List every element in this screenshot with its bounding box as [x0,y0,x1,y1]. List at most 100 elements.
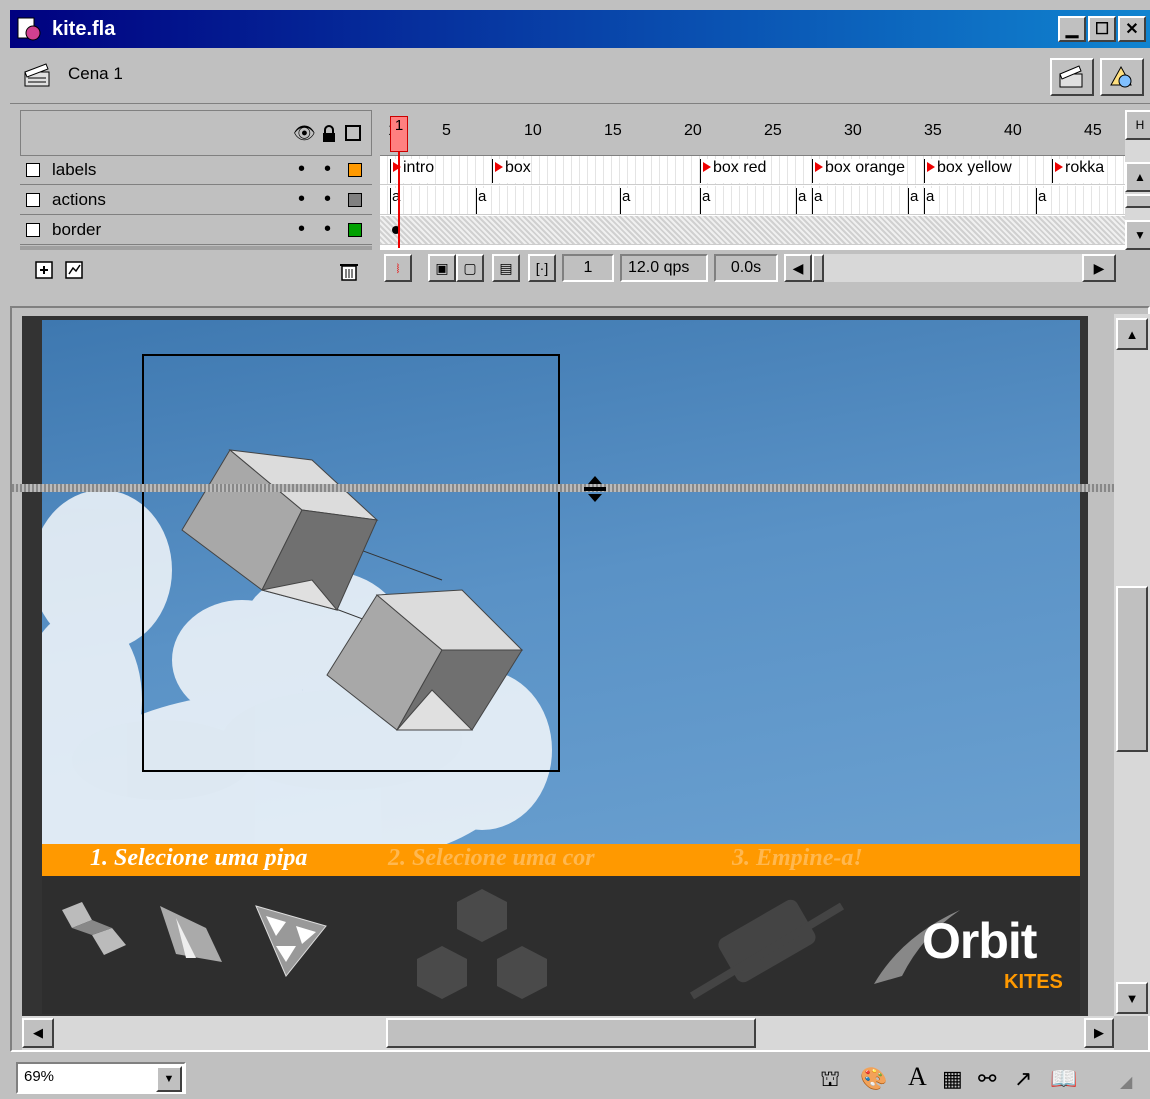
hscroll-thumb[interactable] [386,1018,756,1048]
lock-dot[interactable]: • [324,218,331,241]
ruler-number: 20 [684,122,702,139]
logo-subtext: KITES [1004,971,1063,993]
frame-row-actions[interactable]: a a a a a a a a a [380,186,1125,215]
action-keyframe[interactable]: a [908,188,919,214]
ruler-number: 40 [1004,122,1022,139]
vscroll-thumb[interactable] [1116,586,1148,752]
action-keyframe[interactable]: a [796,188,807,214]
frame-ruler[interactable]: 1 5 10 15 20 25 30 35 40 45 [380,110,1125,156]
outline-icon[interactable] [345,125,361,141]
scroll-up-icon[interactable]: ▲ [1125,162,1150,192]
layer-row-actions[interactable]: actions • • [20,186,372,215]
scroll-right-icon[interactable]: ▶ [1084,1018,1114,1048]
layer-row-labels[interactable]: labels • • [20,156,372,185]
frame-label[interactable]: box orange [812,159,906,183]
resize-grip-icon[interactable]: ◢ [1120,1072,1132,1092]
minimize-button[interactable]: ▁ [1058,16,1086,42]
add-layer-icon[interactable] [34,258,58,282]
title-bar: kite.fla ▁ ☐ ✕ [10,10,1150,48]
action-keyframe[interactable]: a [924,188,935,214]
close-button[interactable]: ✕ [1118,16,1146,42]
layer-color-swatch[interactable] [348,223,362,237]
step-3-label[interactable]: 3. Empine-a! [732,845,863,872]
frame-label[interactable]: box yellow [924,159,1012,183]
layer-color-swatch[interactable] [348,193,362,207]
onion-skin-icon[interactable]: ▣ [428,254,456,282]
edit-scene-button[interactable] [1050,58,1094,96]
edit-multiple-icon[interactable]: ▤ [492,254,520,282]
add-guide-icon[interactable] [64,258,88,282]
logo-text: Orbit [922,913,1037,969]
edit-symbol-button[interactable] [1100,58,1144,96]
ruler-number: 10 [524,122,542,139]
layer-color-swatch[interactable] [348,163,362,177]
timeline-vscroll[interactable]: Н ▲ ▼ [1125,110,1150,250]
playhead[interactable]: 1 [390,116,408,152]
scroll-thumb[interactable] [1125,194,1150,208]
layer-tools [20,252,372,288]
layer-row-border[interactable]: border • • [20,216,372,245]
frame-row-border[interactable] [380,216,1125,245]
scroll-left-icon[interactable]: ◀ [22,1018,54,1048]
center-frame-button[interactable]: ⧘ [384,254,412,282]
trash-icon[interactable] [338,260,360,282]
frame-label[interactable]: rokka [1052,159,1105,183]
elapsed-time-field: 0.0s [714,254,778,282]
scroll-down-icon[interactable]: ▼ [1125,220,1150,250]
stage-vscroll[interactable]: ▲ ▼ [1114,314,1150,1016]
lock-dot[interactable]: • [324,158,331,181]
delta-kite-thumbnail-icon[interactable] [146,898,226,978]
current-frame-field: 1 [562,254,614,282]
box-kite-thumbnail-icon[interactable] [52,900,132,970]
hscroll-thumb[interactable] [812,254,824,282]
scene-icon [24,63,50,87]
ruler-number: 25 [764,122,782,139]
kite-spool-icon[interactable] [682,886,852,1006]
scroll-up-icon[interactable]: ▲ [1116,318,1148,350]
dropdown-icon[interactable]: ▼ [156,1066,182,1092]
action-keyframe[interactable]: a [476,188,487,214]
step-1-label[interactable]: 1. Selecione uma pipa [90,845,307,872]
visibility-dot[interactable]: • [298,188,305,211]
tetra-kite-thumbnail-icon[interactable] [246,896,336,980]
action-keyframe[interactable]: a [1036,188,1047,214]
frame-row-labels[interactable]: intro box box red box orange box yellow … [380,156,1125,185]
box-kite-image[interactable] [162,400,542,740]
frame-label[interactable]: intro [390,159,435,183]
frame-label[interactable]: box red [700,159,767,183]
lock-dot[interactable]: • [324,188,331,211]
eye-icon[interactable]: 👁 [293,123,316,144]
onion-outline-icon[interactable]: ▢ [456,254,484,282]
timeline-hscroll-track[interactable] [824,254,1082,282]
color-icon[interactable]: 🎨 [860,1066,887,1092]
ruler-number: 35 [924,122,942,139]
center-frame-icon[interactable]: Н [1125,110,1150,140]
layer-row-partial [20,246,372,250]
zoom-value: 69% [24,1068,55,1085]
scroll-down-icon[interactable]: ▼ [1116,982,1148,1014]
ruler-number: 15 [604,122,622,139]
flash-file-icon [17,17,41,41]
onion-markers-icon[interactable]: [·] [528,254,556,282]
movie-explorer-icon[interactable]: ⚯ [978,1066,996,1092]
visibility-dot[interactable]: • [298,218,305,241]
visibility-dot[interactable]: • [298,158,305,181]
stage-hscroll[interactable]: ◀ ▶ [22,1016,1114,1050]
color-hexagons-icon[interactable] [412,884,552,1009]
timeline-panel: 👁 labels • • actions • • border • • 1 5 … [10,104,1150,294]
timeline-icon[interactable]: ⛫ [820,1066,840,1095]
maximize-button[interactable]: ☐ [1088,16,1116,42]
action-keyframe[interactable]: a [812,188,823,214]
frame-label[interactable]: box [492,159,531,183]
action-keyframe[interactable]: a [700,188,711,214]
library-icon[interactable]: ▦ [942,1066,963,1092]
scroll-left-icon[interactable]: ◀ [784,254,812,282]
reference-icon[interactable]: 📖 [1050,1066,1077,1092]
lock-icon[interactable] [321,125,337,143]
frame-grid[interactable]: 1 5 10 15 20 25 30 35 40 45 intro box bo… [380,110,1125,250]
text-icon[interactable]: A [908,1062,927,1092]
actions-icon[interactable]: ↗ [1014,1066,1032,1092]
step-2-label[interactable]: 2. Selecione uma cor [388,845,595,872]
scroll-right-icon[interactable]: ▶ [1082,254,1116,282]
action-keyframe[interactable]: a [620,188,631,214]
